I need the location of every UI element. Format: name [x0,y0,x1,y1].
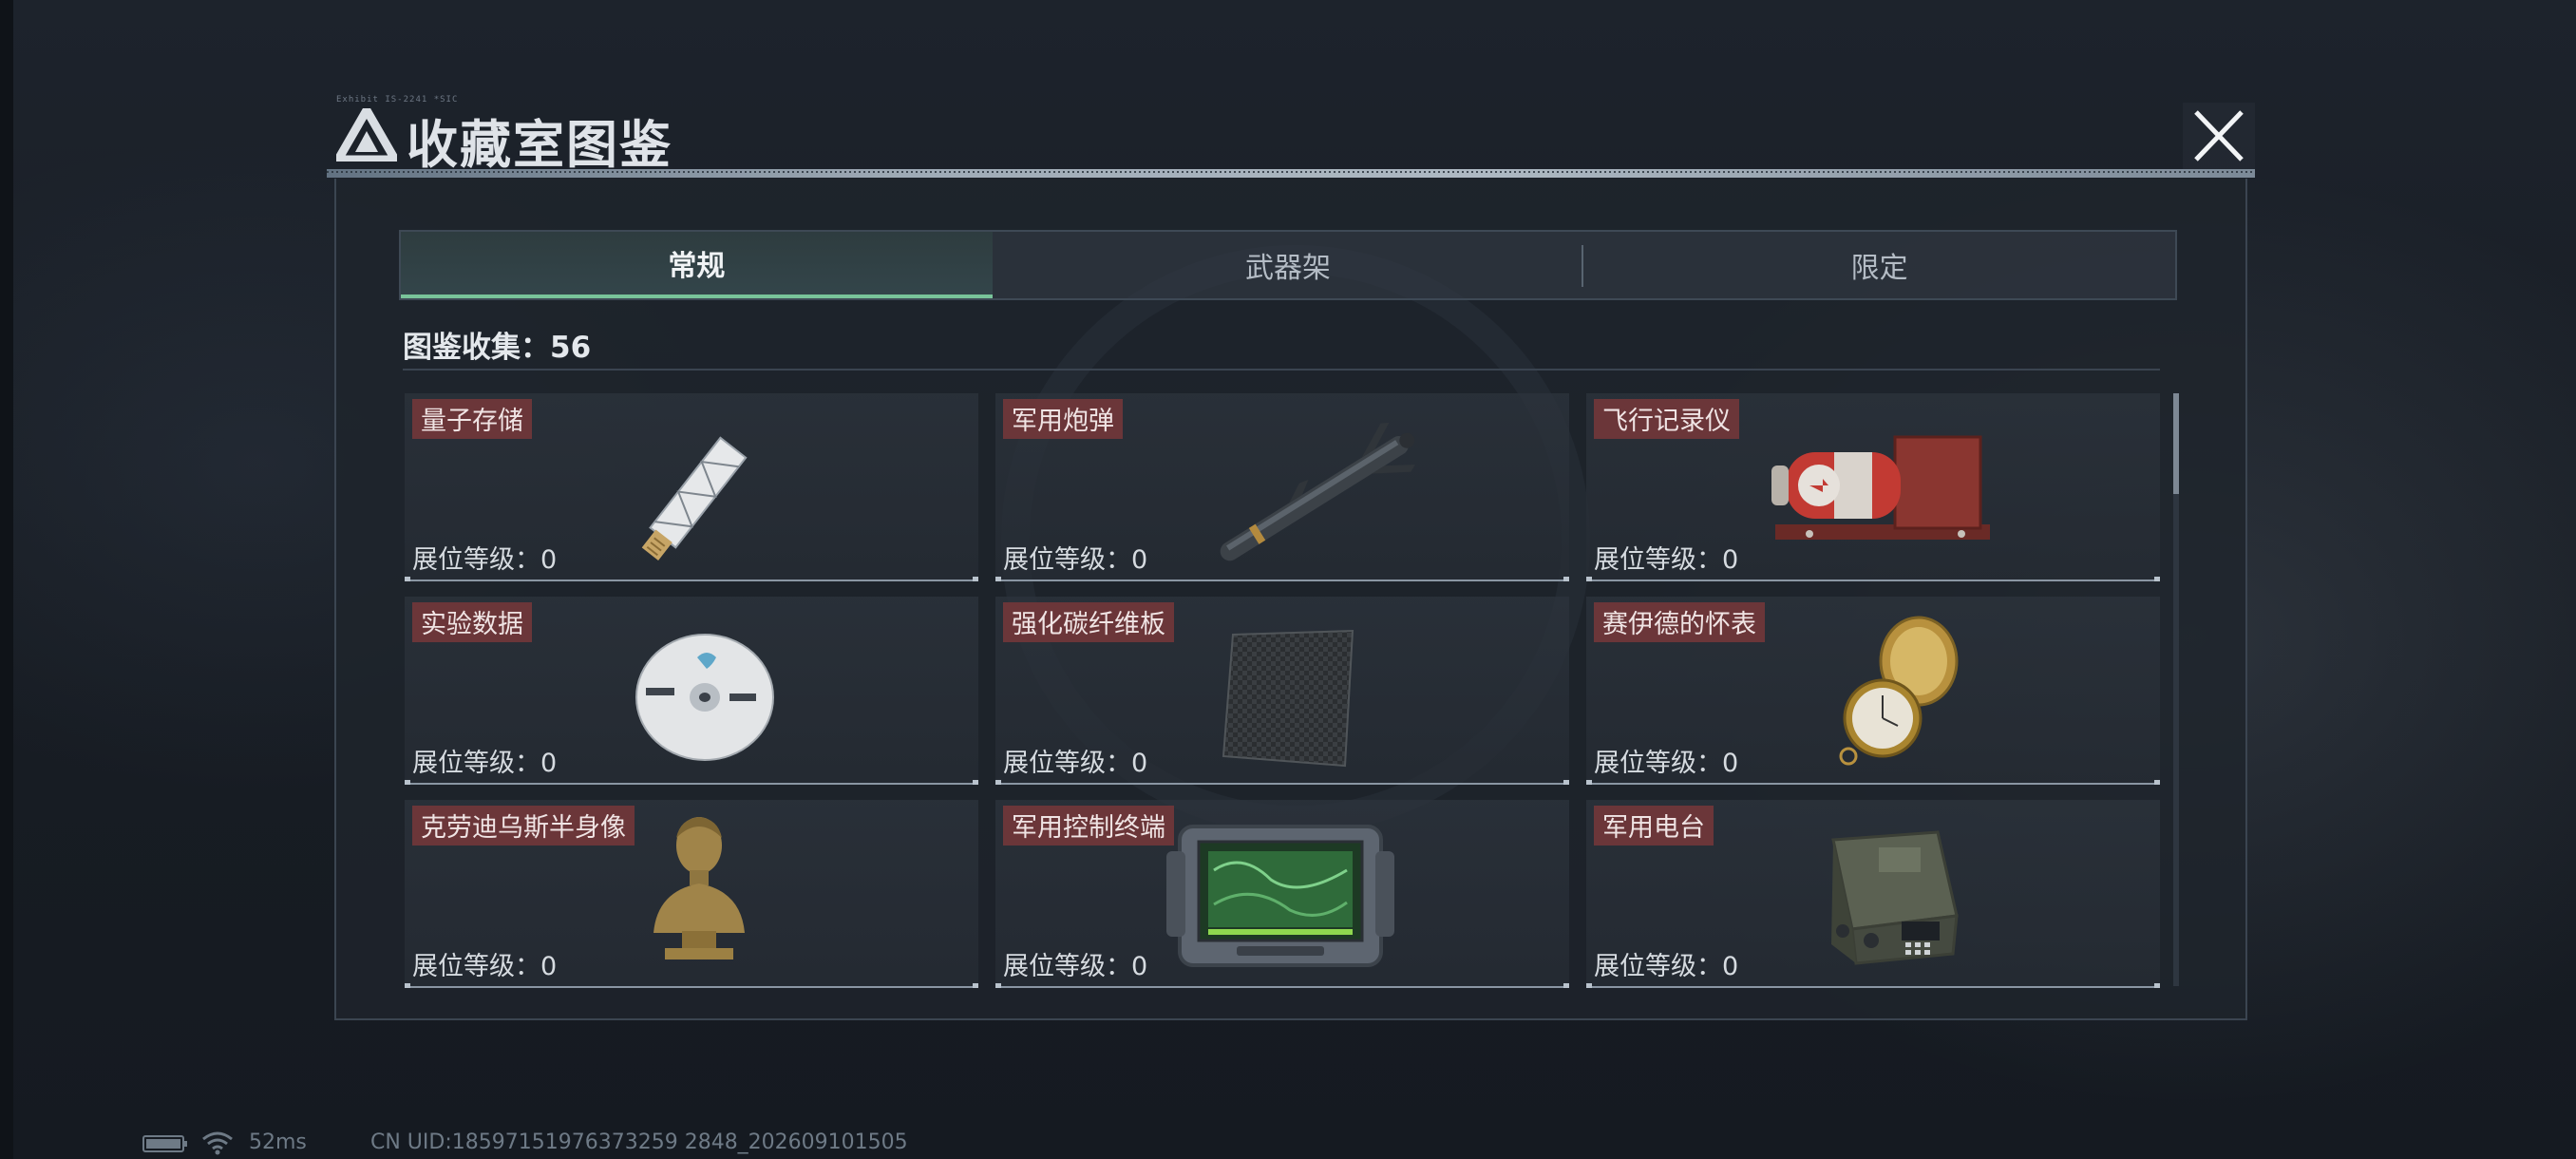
player-uid: CN UID:18597151976373259 2848_2026091015… [370,1130,908,1154]
radio-icon [1831,830,1959,965]
dialog-title: 收藏室图鉴 [407,115,672,175]
item-card-military-radio[interactable]: 军用电台 展位等级：0 [1586,800,2160,988]
item-name: 量子存储 [412,399,532,439]
triangle-logo-icon [336,108,397,162]
grid-scrollbar[interactable] [2173,393,2179,986]
item-card-military-shell[interactable]: 军用炮弹 展位等级：0 [995,393,1569,581]
item-card-experiment-data[interactable]: 实验数据 展位等级：0 [405,597,978,785]
collection-count-label: 图鉴收集： [403,331,550,365]
status-bar: 52ms CN UID:18597151976373259 2848_20260… [142,1130,1377,1157]
item-level: 展位等级：0 [1003,545,1148,575]
pocket-watch-icon [1839,616,1959,766]
tab-bar: 常规 武器架 限定 [399,230,2177,300]
header-divider [327,169,2255,178]
item-name: 军用电台 [1594,806,1714,846]
collection-panel: 常规 武器架 限定 图鉴收集：56 量子存储 展位等级：0 军用炮弹 展位等级：… [334,179,2247,1020]
background-edge [0,0,13,1159]
tab-limited[interactable]: 限定 [1583,232,2175,298]
item-name: 实验数据 [412,602,532,642]
section-divider [403,369,2160,370]
item-card-carbon-fiber-plate[interactable]: 强化碳纤维板 展位等级：0 [995,597,1569,785]
item-name: 飞行记录仪 [1594,399,1739,439]
bust-icon [653,817,745,960]
item-card-pocket-watch[interactable]: 赛伊德的怀表 展位等级：0 [1586,597,2160,785]
item-level: 展位等级：0 [1003,952,1148,981]
item-level: 展位等级：0 [1594,545,1739,575]
battery-icon [142,1135,187,1152]
carbon-plate-icon [1222,629,1354,768]
tab-label: 限定 [1850,252,1908,285]
control-terminal-icon [1166,825,1394,967]
item-level: 展位等级：0 [412,952,558,981]
close-button[interactable] [2183,103,2255,169]
collection-count-value: 56 [550,331,592,365]
disc-icon [635,634,774,761]
tab-label: 武器架 [1245,252,1331,285]
item-level: 展位等级：0 [1003,749,1148,778]
item-card-claudius-bust[interactable]: 克劳迪乌斯半身像 展位等级：0 [405,800,978,988]
item-level: 展位等级：0 [1594,749,1739,778]
item-level: 展位等级：0 [1594,952,1739,981]
tab-regular[interactable]: 常规 [401,232,993,298]
tab-weapon-rack[interactable]: 武器架 [993,232,1584,298]
usb-drive-icon [641,436,748,560]
flight-recorder-icon [1771,435,1990,540]
item-level: 展位等级：0 [412,749,558,778]
item-grid: 量子存储 展位等级：0 军用炮弹 展位等级：0 飞行记录仪 展位等级：0 实验数… [405,393,2162,988]
item-card-flight-recorder[interactable]: 飞行记录仪 展位等级：0 [1586,393,2160,581]
item-name: 赛伊德的怀表 [1594,602,1765,642]
close-icon[interactable] [2183,103,2255,169]
item-name: 军用炮弹 [1003,399,1123,439]
item-name: 强化碳纤维板 [1003,602,1174,642]
tab-label: 常规 [668,250,726,283]
missile-icon [1220,422,1415,561]
item-level: 展位等级：0 [412,545,558,575]
collection-count: 图鉴收集：56 [403,323,591,366]
ping-value: 52ms [249,1130,307,1154]
dialog-header: Exhibit IS-2241 *SIC 收藏室图鉴 [327,95,2255,175]
scrollbar-thumb[interactable] [2173,393,2179,494]
item-card-control-terminal[interactable]: 军用控制终端 展位等级：0 [995,800,1569,988]
wifi-icon [202,1131,233,1155]
item-card-quantum-storage[interactable]: 量子存储 展位等级：0 [405,393,978,581]
